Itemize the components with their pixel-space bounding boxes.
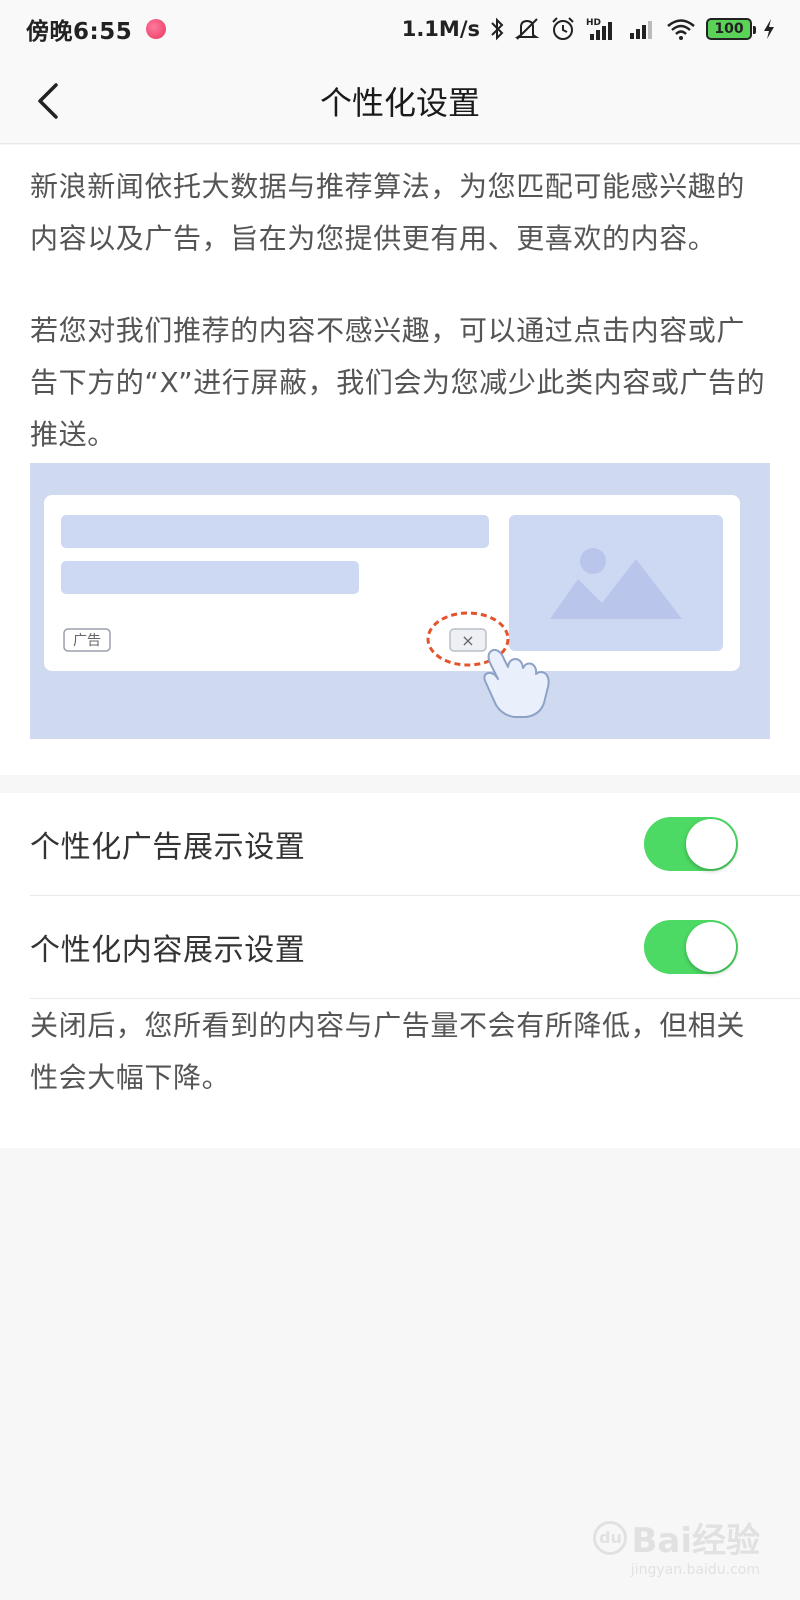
network-speed: 1.1M/s bbox=[401, 17, 480, 41]
mute-icon bbox=[514, 17, 540, 41]
illustration-graphic: 广告 × bbox=[44, 495, 740, 718]
intro-paragraph-1: 新浪新闻依托大数据与推荐算法，为您匹配可能感兴趣的内容以及广告，旨在为您提供更有… bbox=[30, 170, 746, 255]
charging-icon bbox=[762, 17, 776, 41]
status-left: 傍晚6:55 bbox=[26, 12, 167, 46]
paw-icon: du bbox=[593, 1520, 628, 1555]
watermark-logo-text: Bai经验 bbox=[631, 1521, 760, 1561]
intro-card: 新浪新闻依托大数据与推荐算法，为您匹配可能感兴趣的内容以及广告，旨在为您提供更有… bbox=[0, 145, 800, 775]
chevron-left-icon bbox=[38, 83, 58, 119]
watermark-url: jingyan.baidu.com bbox=[630, 1562, 760, 1578]
status-time: 傍晚6:55 bbox=[26, 19, 133, 45]
setting-label-ads: 个性化广告展示设置 bbox=[30, 830, 306, 865]
status-right: 1.1M/s HD 100 bbox=[402, 16, 776, 42]
alarm-icon bbox=[550, 16, 576, 42]
divider bbox=[30, 998, 800, 999]
wifi-icon bbox=[666, 17, 696, 41]
personalized-ads-toggle[interactable] bbox=[644, 817, 738, 871]
signal-icon bbox=[628, 17, 656, 41]
placeholder-line-2 bbox=[61, 561, 359, 594]
personalized-content-toggle[interactable] bbox=[644, 920, 738, 974]
hd-signal-icon: HD bbox=[586, 16, 618, 42]
illustration: 广告 × bbox=[30, 463, 770, 739]
notification-app-icon bbox=[146, 19, 167, 39]
svg-text:HD: HD bbox=[586, 18, 601, 28]
settings-note: 关闭后，您所看到的内容与广告量不会有所降低，但相关性会大幅下降。 bbox=[30, 1009, 746, 1094]
status-bar: 傍晚6:55 1.1M/s HD 100 bbox=[0, 0, 800, 58]
setting-label-content: 个性化内容展示设置 bbox=[30, 933, 306, 968]
watermark-logo: du Bai经验 bbox=[593, 1513, 760, 1562]
battery-level: 100 bbox=[714, 21, 744, 37]
toggle-knob bbox=[686, 922, 736, 972]
close-icon: × bbox=[461, 631, 474, 650]
image-sun bbox=[580, 548, 606, 574]
nav-bar: 个性化设置 bbox=[0, 58, 800, 144]
setting-row-personalized-ads: 个性化广告展示设置 bbox=[0, 793, 800, 895]
back-button[interactable] bbox=[22, 74, 76, 128]
setting-row-personalized-content: 个性化内容展示设置 bbox=[0, 896, 800, 998]
placeholder-line-1 bbox=[61, 515, 489, 548]
image-placeholder bbox=[509, 515, 723, 651]
page-title: 个性化设置 bbox=[319, 83, 480, 122]
ad-tag: 广告 bbox=[73, 633, 101, 649]
intro-paragraph-2: 若您对我们推荐的内容不感兴趣，可以通过点击内容或广告下方的“X”进行屏蔽，我们会… bbox=[30, 314, 766, 451]
toggle-knob bbox=[686, 819, 736, 869]
watermark: du Bai经验 jingyan.baidu.com bbox=[593, 1513, 760, 1578]
bluetooth-icon bbox=[490, 17, 504, 41]
battery-icon: 100 bbox=[706, 18, 756, 40]
